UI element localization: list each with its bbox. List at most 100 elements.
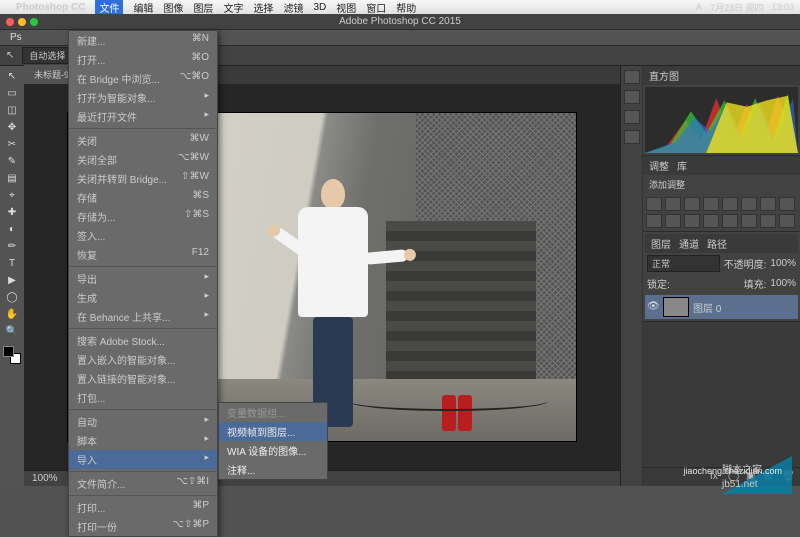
- type-tool[interactable]: T: [2, 255, 22, 271]
- adjustment-icon[interactable]: [760, 214, 776, 228]
- zoom-icon[interactable]: [30, 18, 38, 26]
- panel-icon[interactable]: [624, 130, 640, 144]
- fill-value[interactable]: 100%: [770, 278, 796, 289]
- mac-menu-type[interactable]: 文字: [223, 0, 243, 15]
- eyedropper-tool[interactable]: ✎: [2, 153, 22, 169]
- libraries-tab[interactable]: 库: [677, 158, 687, 173]
- adjustment-icon[interactable]: [646, 214, 662, 228]
- auto-select-toggle[interactable]: 自动选择: [22, 47, 72, 64]
- histogram-display: [645, 87, 798, 153]
- blend-mode-select[interactable]: 正常: [647, 255, 720, 272]
- file-menu-dropdown: 变量数据组...视频帧到图层...WIA 设备的图像...注释... 新建...…: [68, 30, 218, 537]
- menu-item[interactable]: 在 Behance 上共享...: [69, 307, 217, 326]
- move-tool[interactable]: ↖: [2, 68, 22, 84]
- adjustment-icon[interactable]: [741, 214, 757, 228]
- hand-tool[interactable]: ✋: [2, 306, 22, 322]
- zoom-tool[interactable]: 🔍: [2, 323, 22, 339]
- menu-item[interactable]: 关闭并转到 Bridge...⇧⌘W: [69, 169, 217, 188]
- menu-item[interactable]: 存储⌘S: [69, 188, 217, 207]
- brush-tool[interactable]: ⌖: [2, 187, 22, 203]
- adjustment-icon[interactable]: [684, 197, 700, 211]
- minimize-icon[interactable]: [18, 18, 26, 26]
- lasso-tool[interactable]: ◫: [2, 102, 22, 118]
- menu-item[interactable]: 关闭全部⌥⌘W: [69, 150, 217, 169]
- ime-icon[interactable]: A: [696, 2, 702, 12]
- panel-icon[interactable]: [624, 90, 640, 104]
- opacity-value[interactable]: 100%: [770, 258, 796, 269]
- shape-tool[interactable]: ◯: [2, 289, 22, 305]
- adjustment-icon[interactable]: [665, 197, 681, 211]
- close-icon[interactable]: [6, 18, 14, 26]
- menu-item[interactable]: 导入: [69, 450, 217, 469]
- menu-item[interactable]: 最近打开文件: [69, 107, 217, 126]
- channels-tab[interactable]: 通道: [679, 236, 699, 251]
- menu-item[interactable]: 自动: [69, 412, 217, 431]
- menu-item[interactable]: 在 Bridge 中浏览...⌥⌘O: [69, 69, 217, 88]
- mac-menu-window[interactable]: 窗口: [366, 0, 386, 15]
- menu-item[interactable]: 打开为智能对象...: [69, 88, 217, 107]
- adjustment-icon[interactable]: [741, 197, 757, 211]
- adjustments-tab[interactable]: 调整: [649, 158, 669, 173]
- adjustment-icon[interactable]: [722, 197, 738, 211]
- layer-name[interactable]: 图层 0: [693, 300, 721, 315]
- mac-menu-filter[interactable]: 滤镜: [283, 0, 303, 15]
- menu-item[interactable]: 打印...⌘P: [69, 498, 217, 517]
- menu-item[interactable]: 关闭⌘W: [69, 131, 217, 150]
- layer-thumbnail[interactable]: [663, 297, 689, 317]
- histogram-tab[interactable]: 直方图: [649, 68, 679, 83]
- crop-tool[interactable]: ✂: [2, 136, 22, 152]
- quick-select-tool[interactable]: ✥: [2, 119, 22, 135]
- marquee-tool[interactable]: ▭: [2, 85, 22, 101]
- mac-menu-edit[interactable]: 编辑: [133, 0, 153, 15]
- adjustment-icon[interactable]: [703, 214, 719, 228]
- adjustment-icon[interactable]: [779, 214, 795, 228]
- menu-item[interactable]: 脚本: [69, 431, 217, 450]
- ps-logo-icon[interactable]: Ps: [4, 30, 28, 45]
- path-tool[interactable]: ▶: [2, 272, 22, 288]
- color-swatch[interactable]: [2, 344, 22, 366]
- mac-menu-select[interactable]: 选择: [253, 0, 273, 15]
- menu-item[interactable]: 打开...⌘O: [69, 50, 217, 69]
- mac-menu-3d[interactable]: 3D: [313, 2, 326, 13]
- adjustment-icon[interactable]: [779, 197, 795, 211]
- adjustments-panel: 调整 库 添加调整: [643, 156, 800, 232]
- panel-icon[interactable]: [624, 70, 640, 84]
- zoom-level[interactable]: 100%: [32, 473, 58, 484]
- app-name[interactable]: Photoshop CC: [16, 2, 85, 13]
- layer-row[interactable]: 👁 图层 0: [645, 295, 798, 319]
- menu-item[interactable]: 导出: [69, 269, 217, 288]
- submenu-item: 变量数据组...: [219, 403, 327, 422]
- paths-tab[interactable]: 路径: [707, 236, 727, 251]
- submenu-item[interactable]: WIA 设备的图像...: [219, 441, 327, 460]
- mac-tray: A 7月23日 周四 13:03: [696, 1, 794, 14]
- layers-tab[interactable]: 图层: [651, 236, 671, 251]
- submenu-item[interactable]: 注释...: [219, 460, 327, 479]
- window-titlebar: Adobe Photoshop CC 2015: [0, 14, 800, 30]
- mac-menu-image[interactable]: 图像: [163, 0, 183, 15]
- menu-item[interactable]: 搜索 Adobe Stock...: [69, 331, 217, 350]
- menu-item[interactable]: 置入链接的智能对象...: [69, 369, 217, 388]
- pen-tool[interactable]: ✏: [2, 238, 22, 254]
- healing-tool[interactable]: ▤: [2, 170, 22, 186]
- adjustment-icon[interactable]: [722, 214, 738, 228]
- adjustment-icon[interactable]: [703, 197, 719, 211]
- adjustment-icon[interactable]: [760, 197, 776, 211]
- menu-item[interactable]: 打印一份⌥⇧⌘P: [69, 517, 217, 536]
- adjustment-icon[interactable]: [665, 214, 681, 228]
- mac-menu-layer[interactable]: 图层: [193, 0, 213, 15]
- adjustment-icon[interactable]: [646, 197, 662, 211]
- gradient-tool[interactable]: ◐: [2, 221, 22, 237]
- menu-item[interactable]: 新建...⌘N: [69, 31, 217, 50]
- import-submenu: 变量数据组...视频帧到图层...WIA 设备的图像...注释...: [218, 402, 328, 480]
- stamp-tool[interactable]: ✚: [2, 204, 22, 220]
- menu-item[interactable]: 生成: [69, 288, 217, 307]
- panel-icon[interactable]: [624, 110, 640, 124]
- submenu-item[interactable]: 视频帧到图层...: [219, 422, 327, 441]
- menu-item[interactable]: 置入嵌入的智能对象...: [69, 350, 217, 369]
- menu-item[interactable]: 文件简介...⌥⇧⌘I: [69, 474, 217, 493]
- menu-item[interactable]: 存储为...⇧⌘S: [69, 207, 217, 226]
- visibility-icon[interactable]: 👁: [647, 301, 659, 313]
- mac-menu-help[interactable]: 帮助: [396, 0, 416, 15]
- adjustment-icon[interactable]: [684, 214, 700, 228]
- mac-menu-view[interactable]: 视图: [336, 0, 356, 15]
